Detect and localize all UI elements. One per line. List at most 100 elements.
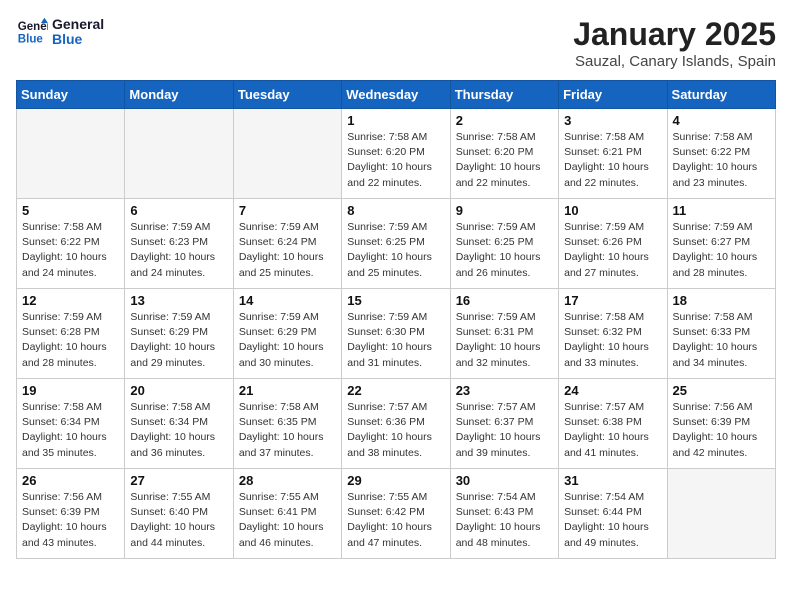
calendar-day-cell: 27 Sunrise: 7:55 AM Sunset: 6:40 PM Dayli… bbox=[125, 469, 233, 559]
day-detail: Sunrise: 7:59 AM Sunset: 6:25 PM Dayligh… bbox=[456, 220, 553, 281]
day-detail: Sunrise: 7:55 AM Sunset: 6:40 PM Dayligh… bbox=[130, 490, 227, 551]
day-number: 5 bbox=[22, 203, 119, 218]
day-number: 25 bbox=[673, 383, 770, 398]
calendar-day-cell: 10 Sunrise: 7:59 AM Sunset: 6:26 PM Dayli… bbox=[559, 199, 667, 289]
weekday-header: Sunday bbox=[17, 81, 125, 109]
logo-icon: General Blue bbox=[16, 16, 48, 48]
calendar-week-row: 19 Sunrise: 7:58 AM Sunset: 6:34 PM Dayli… bbox=[17, 379, 776, 469]
svg-text:Blue: Blue bbox=[18, 34, 44, 46]
title-block: January 2025 Sauzal, Canary Islands, Spa… bbox=[573, 16, 776, 70]
day-detail: Sunrise: 7:58 AM Sunset: 6:34 PM Dayligh… bbox=[22, 400, 119, 461]
calendar-week-row: 1 Sunrise: 7:58 AM Sunset: 6:20 PM Daylig… bbox=[17, 109, 776, 199]
calendar-day-cell: 19 Sunrise: 7:58 AM Sunset: 6:34 PM Dayli… bbox=[17, 379, 125, 469]
calendar-day-cell: 5 Sunrise: 7:58 AM Sunset: 6:22 PM Daylig… bbox=[17, 199, 125, 289]
calendar-day-cell: 20 Sunrise: 7:58 AM Sunset: 6:34 PM Dayli… bbox=[125, 379, 233, 469]
calendar-day-cell: 11 Sunrise: 7:59 AM Sunset: 6:27 PM Dayli… bbox=[667, 199, 775, 289]
day-detail: Sunrise: 7:59 AM Sunset: 6:29 PM Dayligh… bbox=[130, 310, 227, 371]
calendar-week-row: 5 Sunrise: 7:58 AM Sunset: 6:22 PM Daylig… bbox=[17, 199, 776, 289]
calendar-day-cell: 2 Sunrise: 7:58 AM Sunset: 6:20 PM Daylig… bbox=[450, 109, 558, 199]
calendar-day-cell: 22 Sunrise: 7:57 AM Sunset: 6:36 PM Dayli… bbox=[342, 379, 450, 469]
day-number: 11 bbox=[673, 203, 770, 218]
calendar-week-row: 12Sunrise: 7:59 AM Sunset: 6:28 PM Dayli… bbox=[17, 289, 776, 379]
day-detail: Sunrise: 7:58 AM Sunset: 6:21 PM Dayligh… bbox=[564, 130, 661, 191]
day-number: 19 bbox=[22, 383, 119, 398]
day-number: 7 bbox=[239, 203, 336, 218]
day-number: 28 bbox=[239, 473, 336, 488]
calendar-day-cell: 24Sunrise: 7:57 AM Sunset: 6:38 PM Dayli… bbox=[559, 379, 667, 469]
weekday-header: Saturday bbox=[667, 81, 775, 109]
calendar-subtitle: Sauzal, Canary Islands, Spain bbox=[573, 53, 776, 70]
day-number: 23 bbox=[456, 383, 553, 398]
calendar-day-cell: 4 Sunrise: 7:58 AM Sunset: 6:22 PM Daylig… bbox=[667, 109, 775, 199]
logo-line2: Blue bbox=[52, 32, 104, 47]
calendar-week-row: 26Sunrise: 7:56 AM Sunset: 6:39 PM Dayli… bbox=[17, 469, 776, 559]
day-detail: Sunrise: 7:59 AM Sunset: 6:23 PM Dayligh… bbox=[130, 220, 227, 281]
logo: General Blue General Blue bbox=[16, 16, 104, 48]
calendar-day-cell bbox=[667, 469, 775, 559]
calendar-day-cell: 31Sunrise: 7:54 AM Sunset: 6:44 PM Dayli… bbox=[559, 469, 667, 559]
day-detail: Sunrise: 7:55 AM Sunset: 6:41 PM Dayligh… bbox=[239, 490, 336, 551]
weekday-header: Thursday bbox=[450, 81, 558, 109]
day-number: 30 bbox=[456, 473, 553, 488]
day-detail: Sunrise: 7:59 AM Sunset: 6:26 PM Dayligh… bbox=[564, 220, 661, 281]
calendar-day-cell: 26Sunrise: 7:56 AM Sunset: 6:39 PM Dayli… bbox=[17, 469, 125, 559]
calendar-day-cell: 13Sunrise: 7:59 AM Sunset: 6:29 PM Dayli… bbox=[125, 289, 233, 379]
day-number: 27 bbox=[130, 473, 227, 488]
calendar-day-cell: 21 Sunrise: 7:58 AM Sunset: 6:35 PM Dayli… bbox=[233, 379, 341, 469]
day-number: 22 bbox=[347, 383, 444, 398]
day-detail: Sunrise: 7:56 AM Sunset: 6:39 PM Dayligh… bbox=[22, 490, 119, 551]
day-number: 20 bbox=[130, 383, 227, 398]
day-number: 21 bbox=[239, 383, 336, 398]
calendar-day-cell: 17Sunrise: 7:58 AM Sunset: 6:32 PM Dayli… bbox=[559, 289, 667, 379]
day-number: 1 bbox=[347, 113, 444, 128]
day-number: 8 bbox=[347, 203, 444, 218]
calendar-day-cell: 25 Sunrise: 7:56 AM Sunset: 6:39 PM Dayli… bbox=[667, 379, 775, 469]
day-detail: Sunrise: 7:59 AM Sunset: 6:29 PM Dayligh… bbox=[239, 310, 336, 371]
day-detail: Sunrise: 7:58 AM Sunset: 6:34 PM Dayligh… bbox=[130, 400, 227, 461]
calendar-day-cell: 23 Sunrise: 7:57 AM Sunset: 6:37 PM Dayli… bbox=[450, 379, 558, 469]
day-detail: Sunrise: 7:59 AM Sunset: 6:28 PM Dayligh… bbox=[22, 310, 119, 371]
day-detail: Sunrise: 7:58 AM Sunset: 6:35 PM Dayligh… bbox=[239, 400, 336, 461]
day-number: 6 bbox=[130, 203, 227, 218]
day-number: 4 bbox=[673, 113, 770, 128]
day-detail: Sunrise: 7:59 AM Sunset: 6:31 PM Dayligh… bbox=[456, 310, 553, 371]
day-detail: Sunrise: 7:58 AM Sunset: 6:22 PM Dayligh… bbox=[673, 130, 770, 191]
day-detail: Sunrise: 7:56 AM Sunset: 6:39 PM Dayligh… bbox=[673, 400, 770, 461]
calendar-day-cell bbox=[125, 109, 233, 199]
calendar-day-cell bbox=[17, 109, 125, 199]
day-detail: Sunrise: 7:55 AM Sunset: 6:42 PM Dayligh… bbox=[347, 490, 444, 551]
day-detail: Sunrise: 7:57 AM Sunset: 6:36 PM Dayligh… bbox=[347, 400, 444, 461]
day-number: 15 bbox=[347, 293, 444, 308]
calendar-day-cell: 29Sunrise: 7:55 AM Sunset: 6:42 PM Dayli… bbox=[342, 469, 450, 559]
weekday-header: Wednesday bbox=[342, 81, 450, 109]
calendar-day-cell bbox=[233, 109, 341, 199]
day-number: 2 bbox=[456, 113, 553, 128]
day-detail: Sunrise: 7:59 AM Sunset: 6:30 PM Dayligh… bbox=[347, 310, 444, 371]
calendar-day-cell: 3Sunrise: 7:58 AM Sunset: 6:21 PM Daylig… bbox=[559, 109, 667, 199]
page-header: General Blue General Blue January 2025 S… bbox=[16, 16, 776, 70]
day-number: 9 bbox=[456, 203, 553, 218]
day-number: 10 bbox=[564, 203, 661, 218]
calendar-title: January 2025 bbox=[573, 16, 776, 53]
day-detail: Sunrise: 7:58 AM Sunset: 6:20 PM Dayligh… bbox=[456, 130, 553, 191]
calendar-day-cell: 7Sunrise: 7:59 AM Sunset: 6:24 PM Daylig… bbox=[233, 199, 341, 289]
weekday-header: Friday bbox=[559, 81, 667, 109]
weekday-header: Tuesday bbox=[233, 81, 341, 109]
day-detail: Sunrise: 7:57 AM Sunset: 6:37 PM Dayligh… bbox=[456, 400, 553, 461]
day-detail: Sunrise: 7:58 AM Sunset: 6:20 PM Dayligh… bbox=[347, 130, 444, 191]
calendar-day-cell: 12Sunrise: 7:59 AM Sunset: 6:28 PM Dayli… bbox=[17, 289, 125, 379]
calendar-day-cell: 1 Sunrise: 7:58 AM Sunset: 6:20 PM Daylig… bbox=[342, 109, 450, 199]
weekday-header: Monday bbox=[125, 81, 233, 109]
day-number: 31 bbox=[564, 473, 661, 488]
day-detail: Sunrise: 7:58 AM Sunset: 6:22 PM Dayligh… bbox=[22, 220, 119, 281]
day-detail: Sunrise: 7:59 AM Sunset: 6:25 PM Dayligh… bbox=[347, 220, 444, 281]
day-number: 14 bbox=[239, 293, 336, 308]
calendar-day-cell: 6 Sunrise: 7:59 AM Sunset: 6:23 PM Daylig… bbox=[125, 199, 233, 289]
calendar-day-cell: 14 Sunrise: 7:59 AM Sunset: 6:29 PM Dayli… bbox=[233, 289, 341, 379]
day-number: 16 bbox=[456, 293, 553, 308]
calendar-day-cell: 16 Sunrise: 7:59 AM Sunset: 6:31 PM Dayli… bbox=[450, 289, 558, 379]
calendar-day-cell: 15 Sunrise: 7:59 AM Sunset: 6:30 PM Dayli… bbox=[342, 289, 450, 379]
day-number: 24 bbox=[564, 383, 661, 398]
calendar-day-cell: 8 Sunrise: 7:59 AM Sunset: 6:25 PM Daylig… bbox=[342, 199, 450, 289]
day-detail: Sunrise: 7:59 AM Sunset: 6:27 PM Dayligh… bbox=[673, 220, 770, 281]
